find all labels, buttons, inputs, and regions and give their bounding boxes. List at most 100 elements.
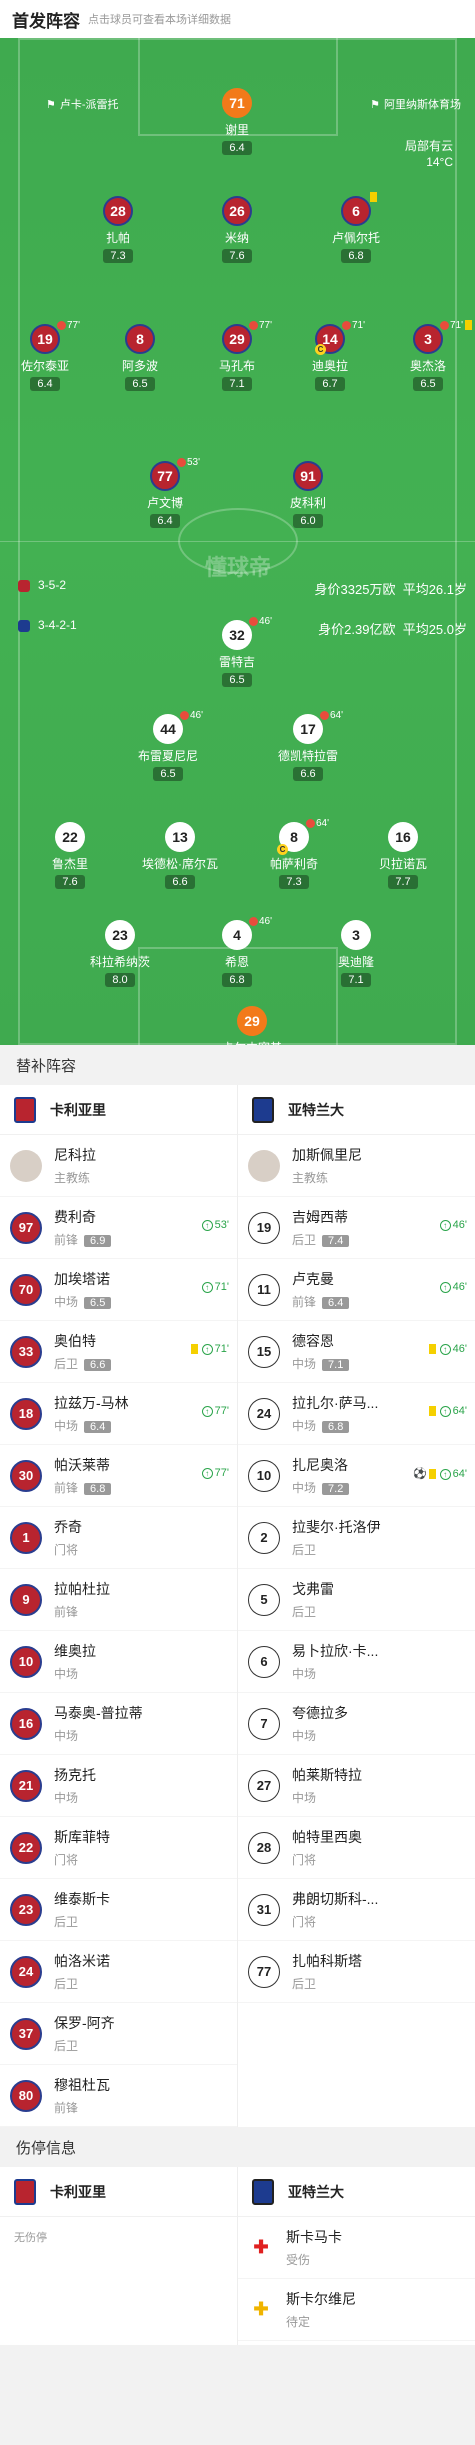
player-home[interactable]: 71 谢里 6.4 [189, 88, 285, 156]
player-away[interactable]: 44 46' 布雷夏尼尼 6.5 [120, 710, 216, 782]
player-name: 拉帕杜拉 [54, 1581, 110, 1597]
player-name: 佐尔泰亚 [20, 359, 69, 373]
sub-player-row[interactable]: 10 扎尼奥洛 中场 7.2 ⚽ ↑ 64' [238, 1445, 475, 1507]
away-coach-row[interactable]: 加斯佩里尼 主教练 [238, 1135, 475, 1197]
player-away[interactable]: 23 科拉希纳茨 8.0 [72, 920, 168, 988]
captain-icon: C [315, 344, 326, 355]
player-away[interactable]: 32 46' 雷特吉 6.5 [189, 616, 285, 688]
player-name: 希恩 [224, 955, 249, 969]
player-away[interactable]: 3 奥迪隆 7.1 [308, 920, 404, 988]
sub-player-row[interactable]: 6 易卜拉欣·卡... 中场 [238, 1631, 475, 1693]
player-home[interactable]: 6 卢佩尔托 6.8 [308, 192, 404, 264]
player-away[interactable]: 8 C 64' 帕萨利奇 7.3 [246, 818, 342, 890]
player-number: 80 [10, 2079, 42, 2112]
player-away[interactable]: 13 埃德松·席尔瓦 6.6 [132, 822, 228, 890]
injury-row[interactable]: ✚ 斯卡马卡 受伤 [238, 2217, 475, 2279]
player-rating: 7.3 [103, 249, 133, 263]
sub-player-row[interactable]: 19 吉姆西蒂 后卫 7.4 ↑ 46' [238, 1197, 475, 1259]
captain-icon: C [277, 844, 288, 855]
sub-player-row[interactable]: 10 维奥拉 中场 [0, 1631, 237, 1693]
player-rating-wrap: 7.6 [22, 872, 118, 890]
player-home[interactable]: 19 77' 佐尔泰亚 6.4 [0, 320, 93, 392]
position-text: 中场 [292, 1481, 317, 1495]
home-coach-row[interactable]: 尼科拉 主教练 [0, 1135, 237, 1197]
sub-time: 71' [214, 1281, 229, 1293]
sub-player-row[interactable]: 5 戈弗雷 后卫 [238, 1569, 475, 1631]
player-position: 中场 [292, 1665, 465, 1682]
sub-player-row[interactable]: 27 帕莱斯特拉 中场 [238, 1755, 475, 1817]
sub-player-row[interactable]: 22 斯库菲特 门将 [0, 1817, 237, 1879]
player-rating: 6.8 [222, 973, 252, 987]
player-position: 中场 6.4 [54, 1417, 227, 1434]
sub-player-row[interactable]: 21 扬克托 中场 [0, 1755, 237, 1817]
position-text: 后卫 [54, 1977, 79, 1991]
player-away[interactable]: 16 贝拉诺瓦 7.7 [355, 822, 451, 890]
player-position: 中场 7.2 [292, 1479, 465, 1496]
away-team-row[interactable]: 亚特兰大 [238, 1085, 475, 1135]
player-number: 4 [222, 920, 252, 950]
player-home[interactable]: 29 77' 马孔布 7.1 [189, 320, 285, 392]
player-name: 皮科利 [289, 496, 326, 510]
player-home[interactable]: 3 71' 奥杰洛 6.5 [380, 320, 475, 392]
sub-player-row[interactable]: 80 穆祖杜瓦 前锋 [0, 2065, 237, 2127]
player-home[interactable]: 14 C 71' 迪奥拉 6.7 [282, 320, 378, 392]
player-position: 后卫 [292, 1603, 465, 1620]
sub-player-row[interactable]: 7 夸德拉多 中场 [238, 1693, 475, 1755]
sub-time: 71' [214, 1343, 229, 1355]
doubtful-icon: ✚ [253, 2299, 269, 2319]
player-away[interactable]: 29卡尔内塞基★9.4 [204, 1006, 300, 1045]
player-away[interactable]: 4 46' 希恩 6.8 [189, 916, 285, 988]
sub-player-row[interactable]: 33 奥伯特 后卫 6.6 ↑ 71' [0, 1321, 237, 1383]
sub-player-row[interactable]: 97 费利奇 前锋 6.9 ↑ 53' [0, 1197, 237, 1259]
player-number: 23 [105, 920, 135, 950]
home-formation: 3-5-2 [18, 578, 66, 592]
sub-player-row[interactable]: 77 扎帕科斯塔 后卫 [238, 1941, 475, 2003]
home-stats: 身价3325万欧 平均26.1岁 [314, 582, 467, 597]
player-info: 帕特里西奥 门将 [292, 1827, 465, 1868]
sub-player-row[interactable]: 18 拉兹万-马林 中场 6.4 ↑ 77' [0, 1383, 237, 1445]
sub-player-row[interactable]: 28 帕特里西奥 门将 [238, 1817, 475, 1879]
home-team-row[interactable]: 卡利亚里 [0, 1085, 237, 1135]
player-home[interactable]: 77 53' 卢文博 6.4 [117, 457, 213, 529]
injury-status: 待定 [286, 2315, 311, 2329]
player-position: 中场 [54, 1789, 227, 1806]
injury-panel: 卡利亚里 无伤停 亚特兰大 ✚ 斯卡马卡 受伤 ✚ 斯卡尔维尼 待定 [0, 2167, 475, 2345]
player-rating: 7.4 [322, 1235, 350, 1247]
sub-player-row[interactable]: 9 拉帕杜拉 前锋 [0, 1569, 237, 1631]
sub-player-row[interactable]: 2 拉斐尔·托洛伊 后卫 [238, 1507, 475, 1569]
player-number: 10 [10, 1645, 42, 1678]
sub-player-row[interactable]: 37 保罗-阿齐 后卫 [0, 2003, 237, 2065]
sub-player-row[interactable]: 23 维泰斯卡 后卫 [0, 1879, 237, 1941]
sub-player-row[interactable]: 15 德容恩 中场 7.1 ↑ 46' [238, 1321, 475, 1383]
sub-player-row[interactable]: 16 马泰奥-普拉蒂 中场 [0, 1693, 237, 1755]
atalanta-logo-icon [252, 2178, 274, 2205]
player-home[interactable]: 28 扎帕 7.3 [70, 196, 166, 264]
sub-player-row[interactable]: 31 弗朗切斯科-... 门将 [238, 1879, 475, 1941]
home-team-row[interactable]: 卡利亚里 [0, 2167, 237, 2217]
player-away[interactable]: 17 64' 德凯特拉雷 6.6 [260, 710, 356, 782]
sub-player-row[interactable]: 24 帕洛米诺 后卫 [0, 1941, 237, 2003]
player-rating: 6.9 [84, 1235, 112, 1247]
sub-player-row[interactable]: 70 加埃塔诺 中场 6.5 ↑ 71' [0, 1259, 237, 1321]
player-info: 帕洛米诺 后卫 [54, 1951, 227, 1992]
sub-player-row[interactable]: 24 拉扎尔·萨马... 中场 6.8 ↑ 64' [238, 1383, 475, 1445]
player-rating: 6.4 [30, 377, 60, 391]
player-name: 帕莱斯特拉 [292, 1767, 362, 1783]
sub-player-row[interactable]: 1 乔奇 门将 [0, 1507, 237, 1569]
sub-player-row[interactable]: 30 帕沃莱蒂 前锋 6.8 ↑ 77' [0, 1445, 237, 1507]
away-team-row[interactable]: 亚特兰大 [238, 2167, 475, 2217]
sub-player-row[interactable]: 11 卢克曼 前锋 6.4 ↑ 46' [238, 1259, 475, 1321]
sub-off-icon [180, 710, 189, 720]
player-info: 穆祖杜瓦 前锋 [54, 2075, 227, 2116]
position-text: 门将 [292, 1915, 317, 1929]
player-info: 扎帕科斯塔 后卫 [292, 1951, 465, 1992]
player-away[interactable]: 22 鲁杰里 7.6 [22, 822, 118, 890]
injury-row[interactable]: ✚ 斯卡尔维尼 待定 [238, 2279, 475, 2341]
player-info: 扬克托 中场 [54, 1765, 227, 1806]
player-home[interactable]: 8 阿多波 6.5 [92, 324, 188, 392]
player-home[interactable]: 91 皮科利 6.0 [260, 461, 356, 529]
subs-section-title: 替补阵容 [0, 1045, 475, 1085]
player-home[interactable]: 26 米纳 7.6 [189, 196, 285, 264]
player-rating: 6.5 [125, 377, 155, 391]
player-position: 中场 [292, 1727, 465, 1744]
